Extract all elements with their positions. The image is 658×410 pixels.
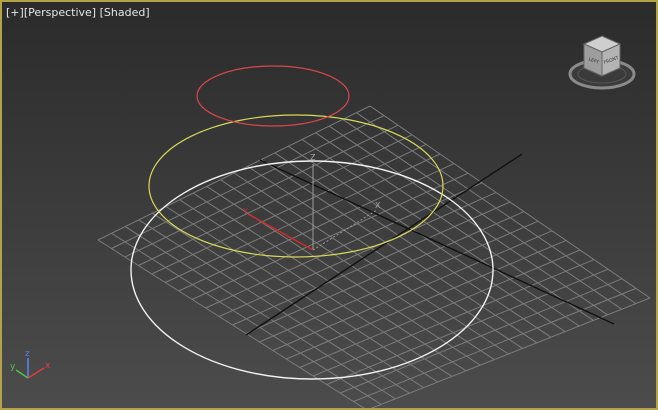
circle-small[interactable]	[196, 65, 350, 127]
gizmo-label-x: X	[375, 201, 381, 210]
perspective-viewport[interactable]: [+][Perspective] [Shaded] Z X Y LEFT FRO…	[0, 0, 658, 410]
triad-y-label: y	[10, 362, 16, 372]
triad-y-line	[15, 369, 29, 379]
grid-line	[356, 112, 637, 305]
triad-x-line	[27, 367, 45, 379]
viewcube-icon[interactable]: LEFT FRONT	[564, 30, 642, 96]
scene-canvas[interactable]: Z X Y	[2, 2, 656, 408]
world-axis-gizmo: Z X Y	[242, 153, 381, 251]
home-grid	[97, 105, 651, 408]
grid-line	[353, 287, 637, 402]
triad-z-label: z	[25, 349, 30, 359]
grid-line	[342, 118, 622, 310]
gizmo-label-y: Y	[242, 207, 248, 216]
grid-line	[370, 297, 651, 408]
grid-line	[369, 105, 651, 299]
axis-triad-icon: z x y	[10, 349, 51, 379]
triad-x-label: x	[45, 361, 51, 371]
grid-line	[339, 278, 623, 394]
home-grid-axes	[245, 153, 615, 336]
